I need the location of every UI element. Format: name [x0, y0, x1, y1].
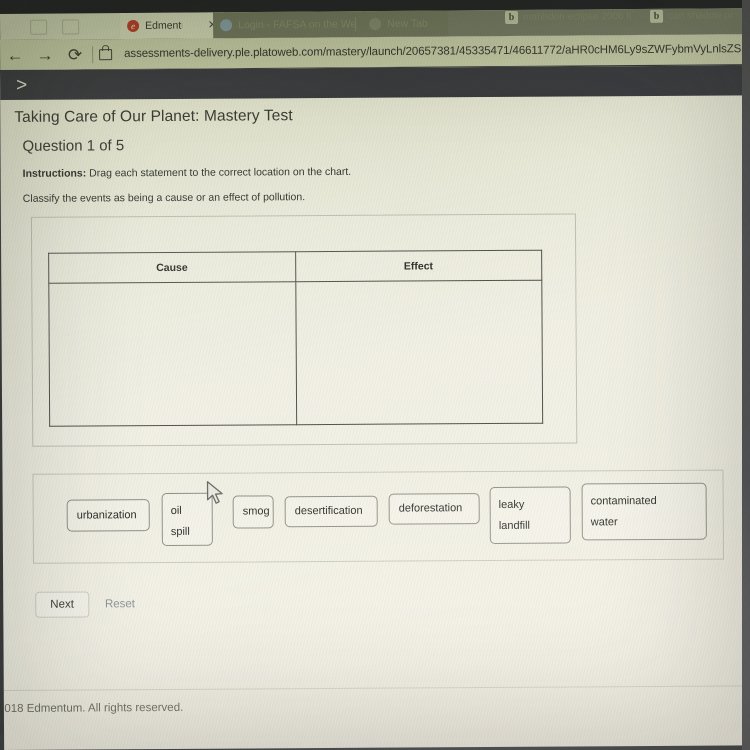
draggable-item-label: urbanization: [76, 508, 137, 522]
globe-icon: [220, 19, 233, 32]
draggable-item-label: oil: [170, 504, 182, 517]
draggable-item-label: spill: [170, 525, 190, 538]
draggable-item-label: contaminated: [590, 494, 657, 508]
drop-zone-effect[interactable]: [295, 280, 543, 425]
browser-tab-newtab[interactable]: New Tab: [361, 10, 449, 38]
browser-toolbar: ← → ⟳ assessments-delivery.ple.platoweb.…: [0, 34, 750, 70]
window-restore-icon[interactable]: [30, 19, 48, 35]
column-header-effect: Effect: [295, 250, 542, 282]
bookmark-item-1[interactable]: b mahhdoh eclipse 2006 li: [504, 10, 631, 25]
browser-tab-fafsa[interactable]: Login - FAFSA on the We: [212, 11, 368, 39]
draggable-item-label: landfill: [498, 519, 531, 532]
question-prompt: Classify the events as being a cause or …: [22, 191, 306, 205]
draggable-item[interactable]: smog: [232, 495, 274, 529]
draggable-item[interactable]: leaky landfill: [489, 486, 571, 545]
chart-panel: Cause Effect: [30, 213, 578, 447]
address-bar-url[interactable]: assessments-delivery.ple.platoweb.com/ma…: [124, 43, 750, 60]
instructions-label: Instructions:: [22, 167, 87, 180]
bing-icon: b: [649, 9, 664, 23]
back-arrow-icon[interactable]: ←: [0, 45, 30, 64]
draggable-item[interactable]: desertification: [284, 495, 378, 528]
page-title: Taking Care of Our Planet: Mastery Test: [14, 107, 293, 126]
chevron-right-icon[interactable]: >: [16, 74, 27, 95]
app-top-bar: >: [0, 65, 750, 100]
browser-window: e Edmentum Assessm ✕ Login - FAFSA on th…: [0, 8, 750, 750]
tab-divider: [355, 17, 357, 32]
draggable-item-tray: urbanization oil spill smog desertification d…: [32, 469, 725, 564]
question-controls: Next Reset: [35, 587, 743, 618]
bookmark-label: can shadow pr: [667, 10, 734, 22]
draggable-item-label: smog: [242, 505, 270, 518]
reset-link[interactable]: Reset: [105, 598, 135, 610]
draggable-item-label: deforestation: [398, 502, 463, 515]
footer-divider: [3, 685, 750, 691]
bing-icon: b: [504, 10, 519, 25]
forward-arrow-icon[interactable]: →: [30, 45, 60, 64]
draggable-item-label: desertification: [294, 504, 363, 518]
draggable-item-label: leaky: [498, 498, 525, 511]
table-row: [48, 280, 543, 427]
draggable-item[interactable]: oil spill: [161, 492, 213, 547]
draggable-item[interactable]: deforestation: [388, 493, 480, 525]
lock-icon: [99, 48, 113, 60]
desktop-backdrop-right: [742, 0, 750, 750]
draggable-item[interactable]: contaminated water: [581, 482, 707, 541]
table-header-row: Cause Effect: [48, 250, 542, 284]
draggable-item-label: water: [590, 516, 618, 529]
refresh-icon[interactable]: ⟳: [60, 45, 90, 64]
footer-copyright: 2018 Edmentum. All rights reserved.: [0, 701, 184, 716]
browser-tab-title: Login - FAFSA on the We: [238, 18, 357, 32]
bookmark-item-2[interactable]: b can shadow pr: [649, 9, 734, 23]
question-container: Question 1 of 5 Instructions: Drag each …: [22, 130, 750, 618]
column-header-cause: Cause: [48, 251, 296, 284]
page-content: > Taking Care of Our Planet: Mastery Tes…: [0, 65, 750, 750]
screenshot-root: e Edmentum Assessm ✕ Login - FAFSA on th…: [0, 0, 750, 750]
window-tab-list-icon[interactable]: [62, 19, 80, 35]
draggable-item[interactable]: urbanization: [66, 499, 150, 532]
blank-page-icon: [369, 18, 382, 31]
toolbar-divider: [92, 45, 94, 63]
question-counter: Question 1 of 5: [22, 137, 125, 155]
browser-tab-title: New Tab: [387, 17, 428, 30]
drop-zone-cause[interactable]: [48, 281, 297, 427]
edmentum-icon: e: [127, 19, 140, 33]
bookmark-label: mahhdoh eclipse 2006 li: [522, 11, 631, 23]
instructions-text: Drag each statement to the correct locat…: [89, 165, 352, 180]
cause-effect-table: Cause Effect: [48, 250, 543, 427]
next-button[interactable]: Next: [35, 591, 90, 618]
